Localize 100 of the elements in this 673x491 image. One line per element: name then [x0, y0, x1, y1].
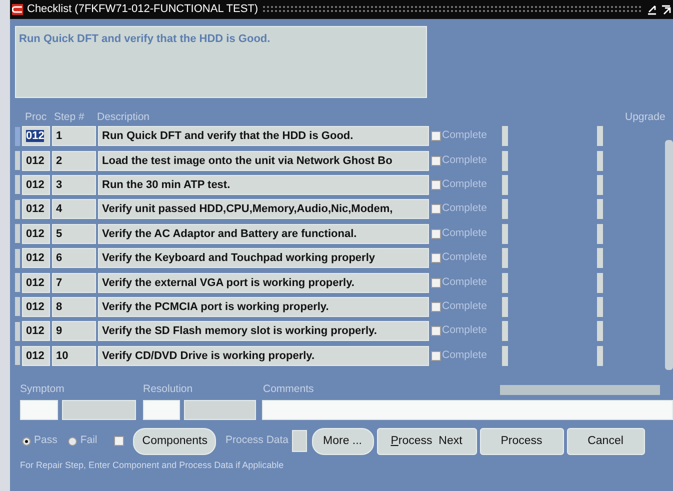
row-indicator[interactable]: [15, 248, 20, 268]
row-indicator[interactable]: [15, 200, 20, 219]
table-cell[interactable]: 012: [22, 224, 50, 244]
table-cell[interactable]: [597, 248, 603, 268]
table-cell[interactable]: [597, 272, 603, 293]
input-field[interactable]: [184, 400, 256, 420]
checkbox-label: Complete: [442, 323, 488, 338]
field-label: Resolution: [143, 382, 194, 397]
vertical-scrollbar[interactable]: [665, 140, 673, 370]
table-cell[interactable]: Verify the external VGA port is working properly.: [98, 272, 429, 293]
table-cell[interactable]: Run the 30 min ATP test.: [98, 174, 429, 195]
row-indicator[interactable]: [15, 273, 20, 292]
button[interactable]: Cancel: [566, 428, 645, 455]
checkbox[interactable]: [431, 350, 441, 361]
table-cell[interactable]: Verify the PCMCIA port is working properly.: [98, 296, 429, 317]
table-cell[interactable]: Verify the SD Flash memory slot is working properly.: [98, 321, 429, 342]
table-cell[interactable]: [597, 346, 603, 366]
checkbox[interactable]: [431, 302, 441, 312]
table-cell[interactable]: [502, 199, 508, 220]
table-cell[interactable]: 7: [52, 272, 96, 293]
checkbox[interactable]: [431, 156, 441, 166]
checkbox[interactable]: [431, 278, 441, 288]
input-field[interactable]: [262, 400, 673, 420]
checkbox[interactable]: [114, 436, 124, 446]
checkbox-label: Complete: [442, 177, 488, 192]
table-cell[interactable]: 012: [22, 272, 50, 293]
table-cell[interactable]: 012: [22, 126, 50, 146]
checkbox[interactable]: [431, 131, 441, 142]
table-cell[interactable]: 012: [22, 296, 50, 317]
radio-label: Fail: [80, 433, 98, 448]
table-cell[interactable]: [502, 248, 508, 268]
checkbox-label: Complete: [442, 348, 488, 363]
table-cell[interactable]: 012: [22, 150, 50, 171]
table-cell[interactable]: [597, 224, 603, 244]
components-button[interactable]: Components: [133, 428, 216, 455]
table-cell[interactable]: [597, 174, 603, 195]
row-indicator[interactable]: [15, 151, 20, 170]
table-cell[interactable]: Load the test image onto the unit via Network Ghost Bo: [98, 150, 429, 171]
table-cell[interactable]: [597, 296, 603, 317]
table-cell[interactable]: 012: [22, 199, 50, 220]
checkbox[interactable]: [431, 180, 441, 190]
row-indicator[interactable]: [15, 175, 20, 194]
table-cell[interactable]: [502, 272, 508, 293]
table-cell[interactable]: [597, 150, 603, 171]
window-title: Checklist (7FKFW71-012-FUNCTIONAL TEST): [27, 2, 258, 18]
table-cell[interactable]: 3: [52, 174, 96, 195]
minimize-icon[interactable]: [647, 4, 657, 14]
input-field[interactable]: [62, 400, 136, 420]
input-field[interactable]: [292, 430, 307, 452]
table-cell[interactable]: 5: [52, 224, 96, 244]
table-cell[interactable]: 012: [22, 346, 50, 366]
table-cell[interactable]: [502, 224, 508, 244]
checkbox-label: Complete: [442, 152, 488, 168]
table-cell[interactable]: 9: [52, 321, 96, 342]
table-cell[interactable]: 4: [52, 199, 96, 220]
checkbox[interactable]: [431, 204, 441, 214]
table-cell[interactable]: [502, 174, 508, 195]
table-cell[interactable]: [502, 150, 508, 171]
table-cell[interactable]: 2: [52, 150, 96, 171]
input-field[interactable]: [20, 400, 58, 420]
table-cell[interactable]: Verify the AC Adaptor and Battery are functional.: [98, 224, 429, 244]
instruction-box: Run Quick DFT and verify that the HDD is Good.: [15, 26, 427, 98]
button[interactable]: Process Next: [376, 428, 477, 455]
table-cell[interactable]: Verify the Keyboard and Touchpad working properly: [98, 248, 429, 268]
row-indicator[interactable]: [15, 126, 20, 146]
table-cell[interactable]: Run Quick DFT and verify that the HDD is Good.: [98, 126, 429, 146]
horizontal-scrollbar[interactable]: [500, 385, 660, 395]
radio-button[interactable]: [68, 436, 78, 446]
table-cell[interactable]: Verify unit passed HDD,CPU,Memory,Audio,Nic,Modem,: [98, 199, 429, 220]
checkbox-label: Complete: [442, 299, 488, 314]
table-cell[interactable]: [597, 126, 603, 146]
table-cell[interactable]: 8: [52, 296, 96, 317]
table-cell[interactable]: 012: [22, 248, 50, 268]
checkbox[interactable]: [431, 228, 441, 239]
table-cell[interactable]: Verify CD/DVD Drive is working properly.: [98, 346, 429, 366]
row-indicator[interactable]: [15, 224, 20, 244]
table-cell[interactable]: 012: [22, 321, 50, 342]
input-field[interactable]: [143, 400, 180, 420]
table-cell[interactable]: [597, 321, 603, 342]
maximize-icon[interactable]: [661, 4, 671, 14]
checkbox-label: Complete: [442, 128, 488, 144]
table-cell[interactable]: 6: [52, 248, 96, 268]
table-cell[interactable]: 012: [22, 174, 50, 195]
table-cell[interactable]: [502, 126, 508, 146]
row-indicator[interactable]: [15, 297, 20, 316]
table-cell[interactable]: [502, 321, 508, 342]
table-cell[interactable]: 1: [52, 126, 96, 146]
row-indicator[interactable]: [15, 322, 20, 341]
table-cell[interactable]: [502, 296, 508, 317]
button[interactable]: More ...: [312, 428, 374, 455]
table-cell[interactable]: [597, 199, 603, 220]
checkbox[interactable]: [431, 326, 441, 336]
button[interactable]: Process: [480, 428, 564, 455]
radio-button[interactable]: [22, 436, 31, 446]
table-cell[interactable]: [502, 346, 508, 366]
table-cell[interactable]: 10: [52, 346, 96, 366]
checkbox-label: Complete: [442, 274, 488, 290]
row-indicator[interactable]: [15, 346, 20, 366]
checkbox[interactable]: [431, 253, 441, 264]
column-header: Step #: [54, 110, 86, 124]
